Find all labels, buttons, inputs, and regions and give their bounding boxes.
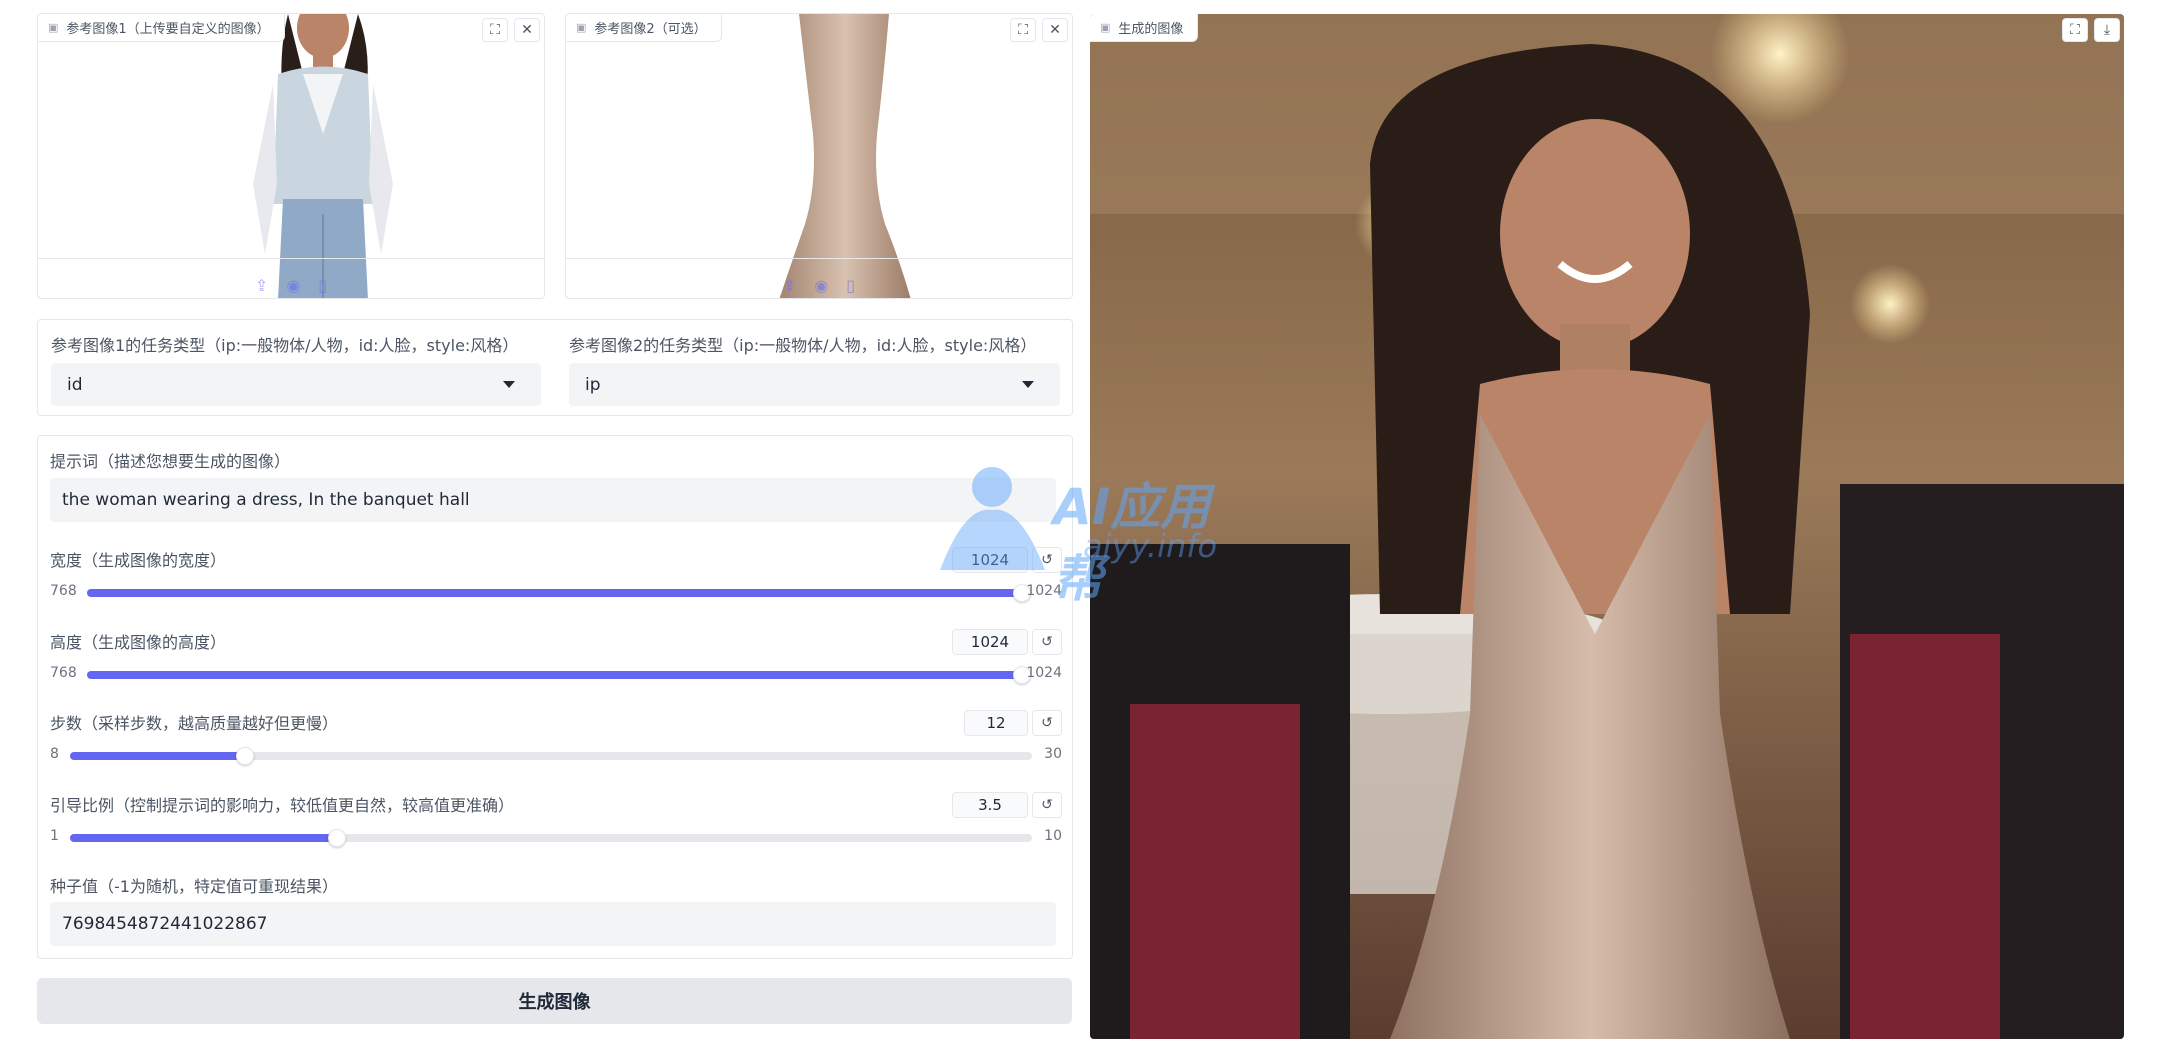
- task-type-2-dropdown[interactable]: ip: [569, 363, 1060, 406]
- reference-image-2-tools: ⇪ ◉ ▯: [566, 276, 1072, 295]
- width-min: 768: [50, 583, 77, 599]
- width-slider-row: 宽度（生成图像的宽度） 1024 ↺ 768 1024: [50, 547, 1062, 607]
- height-slider[interactable]: [87, 666, 1031, 684]
- chevron-down-icon: [503, 381, 515, 388]
- reference-image-2-photo: [779, 14, 911, 298]
- reference-image-1-label: ▣ 参考图像1（上传要自定义的图像）: [38, 14, 285, 42]
- seed-label: 种子值（-1为随机，特定值可重现结果）: [50, 877, 338, 896]
- image-icon: ▣: [48, 21, 59, 34]
- close-icon[interactable]: ✕: [1042, 18, 1068, 42]
- steps-min: 8: [50, 746, 59, 762]
- fullscreen-icon[interactable]: ⛶: [2062, 18, 2088, 42]
- steps-label: 步数（采样步数，越高质量越好但更慢）: [50, 714, 339, 733]
- reset-icon[interactable]: ↺: [1032, 547, 1062, 573]
- reference-image-1-panel[interactable]: ▣ 参考图像1（上传要自定义的图像） ⛶ ✕ ⇪ ◉ ▯: [37, 13, 545, 299]
- steps-number-input[interactable]: 12: [964, 710, 1028, 736]
- steps-slider[interactable]: [70, 747, 1032, 765]
- image-icon: ▣: [576, 21, 587, 34]
- fullscreen-icon[interactable]: ⛶: [1010, 18, 1036, 42]
- upload-icon[interactable]: ⇪: [783, 276, 796, 295]
- fullscreen-icon[interactable]: ⛶: [482, 18, 508, 42]
- guidance-max: 10: [1044, 828, 1062, 844]
- height-slider-row: 高度（生成图像的高度） 1024 ↺ 768 1024: [50, 629, 1062, 689]
- chevron-down-icon: [1022, 381, 1034, 388]
- output-image-label: ▣ 生成的图像: [1090, 14, 1199, 42]
- output-image-photo: [1090, 14, 2124, 1039]
- download-icon[interactable]: ⤓: [2094, 18, 2120, 42]
- prompt-input[interactable]: the woman wearing a dress, In the banque…: [50, 478, 1056, 522]
- height-label: 高度（生成图像的高度）: [50, 633, 227, 652]
- webcam-icon[interactable]: ◉: [814, 276, 828, 295]
- steps-slider-row: 步数（采样步数，越高质量越好但更慢） 12 ↺ 8 30: [50, 710, 1062, 770]
- width-number-input[interactable]: 1024: [952, 547, 1028, 573]
- reset-icon[interactable]: ↺: [1032, 710, 1062, 736]
- height-min: 768: [50, 665, 77, 681]
- webcam-icon[interactable]: ◉: [286, 276, 300, 295]
- task-type-block: 参考图像1的任务类型（ip:一般物体/人物，id:人脸，style:风格） id…: [37, 319, 1073, 416]
- width-max: 1024: [1026, 583, 1062, 599]
- guidance-slider[interactable]: [70, 829, 1032, 847]
- task-type-1-dropdown[interactable]: id: [51, 363, 541, 406]
- generate-button[interactable]: 生成图像: [37, 978, 1072, 1024]
- prompt-label: 提示词（描述您想要生成的图像）: [50, 452, 291, 471]
- height-number-input[interactable]: 1024: [952, 629, 1028, 655]
- guidance-slider-row: 引导比例（控制提示词的影响力，较低值更自然，较高值更准确） 3.5 ↺ 1 10: [50, 792, 1062, 852]
- image-icon: ▣: [1100, 21, 1111, 34]
- reference-image-1-photo: [253, 14, 393, 298]
- reference-image-2-label: ▣ 参考图像2（可选）: [566, 14, 722, 42]
- guidance-number-input[interactable]: 3.5: [952, 792, 1028, 818]
- output-image-panel: ▣ 生成的图像 ⛶ ⤓: [1090, 14, 2124, 1039]
- steps-max: 30: [1044, 746, 1062, 762]
- width-label: 宽度（生成图像的宽度）: [50, 551, 227, 570]
- seed-input[interactable]: 7698454872441022867: [50, 902, 1056, 946]
- width-slider[interactable]: [87, 584, 1031, 602]
- reset-icon[interactable]: ↺: [1032, 629, 1062, 655]
- reset-icon[interactable]: ↺: [1032, 792, 1062, 818]
- reference-image-2-panel[interactable]: ▣ 参考图像2（可选） ⛶ ✕ ⇪ ◉ ▯: [565, 13, 1073, 299]
- upload-icon[interactable]: ⇪: [255, 276, 268, 295]
- guidance-min: 1: [50, 828, 59, 844]
- clipboard-icon[interactable]: ▯: [846, 276, 855, 295]
- task-type-1-label: 参考图像1的任务类型（ip:一般物体/人物，id:人脸，style:风格）: [51, 336, 519, 355]
- guidance-label: 引导比例（控制提示词的影响力，较低值更自然，较高值更准确）: [50, 796, 515, 815]
- task-type-2-label: 参考图像2的任务类型（ip:一般物体/人物，id:人脸，style:风格）: [569, 336, 1037, 355]
- height-max: 1024: [1026, 665, 1062, 681]
- reference-image-1-tools: ⇪ ◉ ▯: [38, 276, 544, 295]
- clipboard-icon[interactable]: ▯: [318, 276, 327, 295]
- close-icon[interactable]: ✕: [514, 18, 540, 42]
